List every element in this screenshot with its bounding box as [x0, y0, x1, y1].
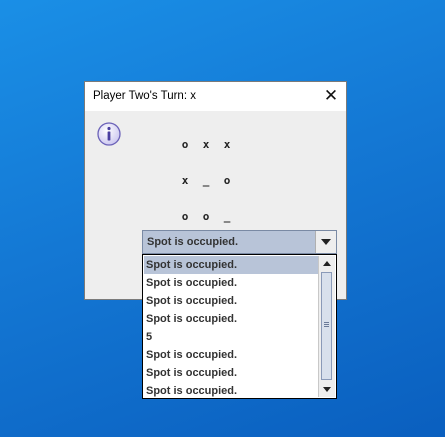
board-cell: x: [223, 138, 231, 151]
board-cell: _: [223, 210, 231, 223]
board-cell: o: [181, 138, 189, 151]
combo-selected-value: Spot is occupied.: [147, 236, 239, 248]
board-cell: x: [202, 138, 210, 151]
list-item[interactable]: Spot is occupied.: [144, 310, 319, 328]
combo-popup-list: Spot is occupied. Spot is occupied. Spot…: [142, 254, 337, 399]
board-cell: o: [181, 210, 189, 223]
list-item[interactable]: Spot is occupied.: [144, 364, 319, 382]
move-combobox[interactable]: Spot is occupied.: [142, 230, 337, 254]
board-cell: _: [202, 174, 210, 187]
list-item[interactable]: Spot is occupied.: [144, 346, 319, 364]
list-item[interactable]: Spot is occupied.: [144, 256, 319, 274]
grip-line: [324, 322, 329, 323]
board-cell: o: [223, 174, 231, 187]
list-scrollbar[interactable]: [318, 256, 335, 397]
board-row: x _ o: [142, 161, 245, 200]
grip-line: [324, 324, 329, 325]
board-cell: o: [202, 210, 210, 223]
scroll-up-arrow-icon[interactable]: [319, 256, 335, 271]
list-item[interactable]: 5: [144, 328, 319, 346]
chevron-down-icon[interactable]: [315, 231, 336, 253]
list-item[interactable]: Spot is occupied.: [144, 382, 319, 400]
scrollbar-thumb[interactable]: [321, 272, 332, 380]
board-cell: x: [181, 174, 189, 187]
list-item[interactable]: Spot is occupied.: [144, 292, 319, 310]
board-row: oxx: [142, 125, 245, 164]
info-icon: [97, 122, 121, 146]
close-icon[interactable]: ✕: [322, 87, 340, 105]
grip-line: [324, 326, 329, 327]
title-bar[interactable]: Player Two's Turn: x ✕: [85, 82, 346, 111]
scroll-down-arrow-icon[interactable]: [319, 382, 335, 397]
list-item[interactable]: Spot is occupied.: [144, 274, 319, 292]
dialog-title: Player Two's Turn: x: [93, 90, 196, 102]
